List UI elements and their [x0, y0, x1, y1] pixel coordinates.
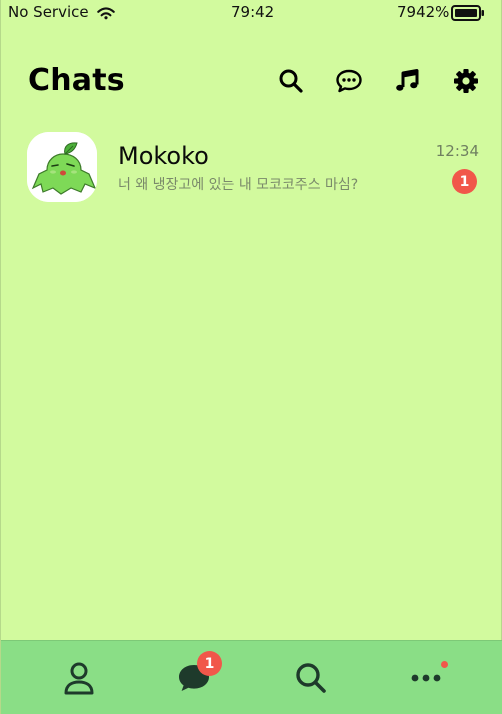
- bottom-nav: 1: [1, 640, 502, 714]
- nav-more-notification-dot: [441, 661, 448, 668]
- carrier-label: No Service: [8, 3, 89, 21]
- status-bar: No Service 79:42 7942%: [1, 0, 502, 26]
- header-search-button[interactable]: [276, 66, 306, 96]
- gear-icon: [454, 69, 478, 93]
- page-title: Chats: [28, 63, 125, 98]
- battery-icon: [451, 5, 484, 21]
- unread-badge: 1: [452, 169, 477, 194]
- chat-name: Mokoko: [118, 142, 209, 170]
- chat-list-screen: No Service 79:42 7942% Chats Mokoko 너 왜 …: [0, 0, 502, 714]
- nav-friends-tab[interactable]: [56, 655, 102, 701]
- wifi-icon: [97, 7, 115, 20]
- status-time: 79:42: [231, 3, 275, 21]
- music-button[interactable]: [392, 66, 422, 96]
- chat-list-item[interactable]: Mokoko 너 왜 냉장고에 있는 내 모코코주스 마심? 12:34 1: [1, 126, 502, 210]
- nav-search-tab[interactable]: [288, 655, 334, 701]
- search-icon: [296, 663, 326, 693]
- chat-preview: 너 왜 냉장고에 있는 내 모코코주스 마심?: [118, 177, 359, 193]
- music-note-icon: [396, 69, 419, 91]
- nav-chats-badge: 1: [197, 651, 222, 676]
- chat-timestamp: 12:34: [435, 142, 479, 160]
- search-icon: [279, 69, 303, 93]
- avatar: [27, 132, 97, 202]
- battery-percent: 7942%: [397, 3, 450, 21]
- person-icon: [64, 662, 94, 695]
- new-chat-button[interactable]: [334, 66, 364, 96]
- header: Chats: [1, 60, 502, 104]
- mokoko-avatar-icon: [27, 132, 97, 202]
- more-dots-icon: [411, 674, 441, 682]
- settings-button[interactable]: [451, 66, 481, 96]
- chat-bubble-icon: [336, 69, 362, 93]
